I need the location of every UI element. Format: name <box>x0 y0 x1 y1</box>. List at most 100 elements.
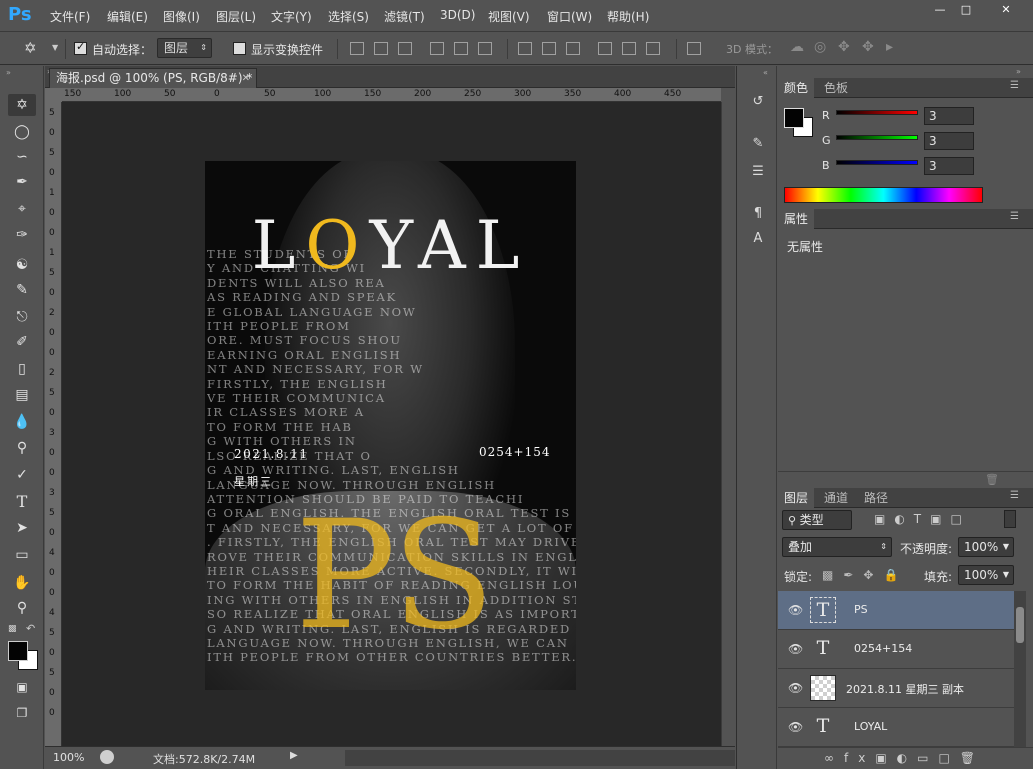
paragraph-panel-icon[interactable]: ¶ <box>747 206 769 226</box>
brush-tool-icon[interactable]: ✎ <box>8 279 36 301</box>
history-brush-tool-icon[interactable]: ✐ <box>8 331 36 353</box>
zoom-level[interactable]: 100% <box>53 751 84 764</box>
layer-row-date-copy[interactable]: 👁 2021.8.11 星期三 副本 <box>778 669 1014 708</box>
foreground-color-swatch[interactable] <box>8 641 28 661</box>
visibility-eye-icon[interactable]: 👁 <box>788 720 803 734</box>
distribute-top-icon[interactable] <box>518 42 532 55</box>
tab-properties[interactable]: 属性 <box>778 209 815 229</box>
auto-select-dropdown[interactable]: 图层 ⇕ <box>157 38 212 58</box>
panel-menu-icon[interactable]: ☰ <box>1010 490 1019 501</box>
align-right-icon[interactable] <box>478 42 492 55</box>
auto-align-icon[interactable] <box>687 42 701 55</box>
align-top-icon[interactable] <box>350 42 364 55</box>
3d-roll-icon[interactable]: ◎ <box>814 39 826 55</box>
auto-select-checkbox[interactable]: ✓ <box>74 40 87 55</box>
blend-mode-dropdown[interactable]: 叠加 ⇕ <box>782 537 892 557</box>
tab-swatches[interactable]: 色板 <box>818 78 854 98</box>
menu-view[interactable]: 视图(V) <box>488 8 530 25</box>
ruler-origin[interactable] <box>45 88 62 102</box>
move-tool-icon[interactable]: ✡ <box>8 94 36 116</box>
align-left-icon[interactable] <box>430 42 444 55</box>
minimize-button[interactable]: — <box>927 2 953 20</box>
menu-image[interactable]: 图像(I) <box>163 8 200 25</box>
hand-tool-icon[interactable]: ✋ <box>8 572 36 594</box>
distribute-vcenter-icon[interactable] <box>542 42 556 55</box>
canvas-vertical-scrollbar[interactable] <box>721 102 735 746</box>
menu-help[interactable]: 帮助(H) <box>607 8 649 25</box>
poster-document[interactable]: THE STUDENTS OF Y AND CHATTING WI DENTS WI… <box>205 161 576 690</box>
fill-input[interactable]: 100% ▼ <box>958 565 1014 585</box>
layer-row-ps[interactable]: 👁 T PS <box>778 591 1014 630</box>
maximize-button[interactable]: □ <box>953 2 979 20</box>
lock-icons[interactable]: ▩✒✥🔒 <box>822 568 908 582</box>
eraser-tool-icon[interactable]: ▯ <box>8 358 36 380</box>
red-slider[interactable] <box>836 110 918 115</box>
move-tool-icon[interactable]: ✡ <box>24 39 37 57</box>
dodge-tool-icon[interactable]: ⚲ <box>8 437 36 459</box>
history-panel-icon[interactable]: ↺ <box>747 94 769 114</box>
pen-tool-icon[interactable]: ✓ <box>8 464 36 486</box>
canvas-area[interactable]: THE STUDENTS OF Y AND CHATTING WI DENTS WI… <box>62 102 721 746</box>
expand-arrows-icon[interactable]: « <box>763 68 768 77</box>
crop-tool-icon[interactable]: ⌖ <box>8 198 36 220</box>
menu-select[interactable]: 选择(S) <box>328 8 369 25</box>
close-button[interactable]: ✕ <box>985 2 1027 20</box>
lasso-tool-icon[interactable]: ∽ <box>8 146 36 168</box>
3d-rotate-icon[interactable]: ☁ <box>790 39 804 55</box>
visibility-eye-icon[interactable]: 👁 <box>788 681 803 695</box>
show-transform-checkbox[interactable] <box>233 42 246 55</box>
distribute-hcenter-icon[interactable] <box>622 42 636 55</box>
layer-actions-icons[interactable]: ∞fx▣◐▭□🗑 <box>824 751 985 765</box>
3d-pan-icon[interactable]: ✥ <box>838 39 850 55</box>
menu-3d[interactable]: 3D(D) <box>440 8 475 22</box>
screen-mode-icon[interactable]: ❐ <box>8 702 36 724</box>
trash-icon[interactable]: 🗑 <box>985 473 999 486</box>
shape-tool-icon[interactable]: ▭ <box>8 544 36 566</box>
visibility-eye-icon[interactable]: 👁 <box>788 603 803 617</box>
tool-preset-chevron-icon[interactable]: ▼ <box>52 43 58 52</box>
tab-color[interactable]: 颜色 <box>778 78 815 98</box>
menu-file[interactable]: 文件(F) <box>50 8 90 25</box>
tab-paths[interactable]: 路径 <box>858 488 894 508</box>
distribute-left-icon[interactable] <box>598 42 612 55</box>
vertical-ruler[interactable]: 5 0 5 0 1 0 0 1 5 0 2 0 0 2 5 0 3 0 0 3 5 0 4 0 0 4 5 0 5 0 0 <box>45 102 62 746</box>
tab-channels[interactable]: 通道 <box>818 488 854 508</box>
green-value-input[interactable]: 3 <box>924 132 974 150</box>
menu-window[interactable]: 窗口(W) <box>547 8 592 25</box>
layer-filter-icons[interactable]: ▣◐T▣□ <box>874 512 971 526</box>
distribute-right-icon[interactable] <box>646 42 660 55</box>
document-tab[interactable]: 海报.psd @ 100% (PS, RGB/8#) * ✕ <box>49 68 257 88</box>
opacity-input[interactable]: 100% ▼ <box>958 537 1014 557</box>
marquee-tool-icon[interactable]: ◯ <box>8 121 36 143</box>
clone-stamp-tool-icon[interactable]: ⎋ <box>8 306 36 328</box>
brush-presets-panel-icon[interactable]: ✎ <box>747 136 769 156</box>
color-spectrum-bar[interactable] <box>784 187 983 203</box>
adjustments-panel-icon[interactable]: ☰ <box>747 164 769 184</box>
fg-color-swatch[interactable] <box>784 108 804 128</box>
type-tool-icon[interactable]: T <box>8 491 36 513</box>
default-colors-icon[interactable]: ▩ <box>8 624 17 634</box>
menu-edit[interactable]: 编辑(E) <box>107 8 148 25</box>
distribute-bottom-icon[interactable] <box>566 42 580 55</box>
scroll-thumb[interactable] <box>1016 607 1024 643</box>
character-panel-icon[interactable]: A <box>747 231 769 251</box>
layers-scrollbar[interactable] <box>1014 591 1026 747</box>
collapse-arrows-icon[interactable]: » <box>6 68 11 77</box>
blue-slider[interactable] <box>836 160 918 165</box>
3d-slide-icon[interactable]: ✥ <box>862 39 874 55</box>
layer-filter-dropdown[interactable]: ⚲ 类型 <box>782 510 852 530</box>
path-selection-tool-icon[interactable]: ➤ <box>8 517 36 539</box>
canvas-horizontal-scrollbar[interactable] <box>345 750 735 766</box>
align-vcenter-icon[interactable] <box>374 42 388 55</box>
quick-mask-icon[interactable]: ▣ <box>8 676 36 698</box>
menu-type[interactable]: 文字(Y) <box>271 8 312 25</box>
blue-value-input[interactable]: 3 <box>924 157 974 175</box>
align-bottom-icon[interactable] <box>398 42 412 55</box>
quick-select-tool-icon[interactable]: ✒ <box>8 171 36 193</box>
panel-menu-icon[interactable]: ☰ <box>1010 80 1019 91</box>
align-hcenter-icon[interactable] <box>454 42 468 55</box>
tab-layers[interactable]: 图层 <box>778 488 815 508</box>
menu-filter[interactable]: 滤镜(T) <box>384 8 425 25</box>
status-menu-arrow-icon[interactable]: ▶ <box>290 750 298 761</box>
swap-colors-icon[interactable]: ↶ <box>26 622 35 635</box>
